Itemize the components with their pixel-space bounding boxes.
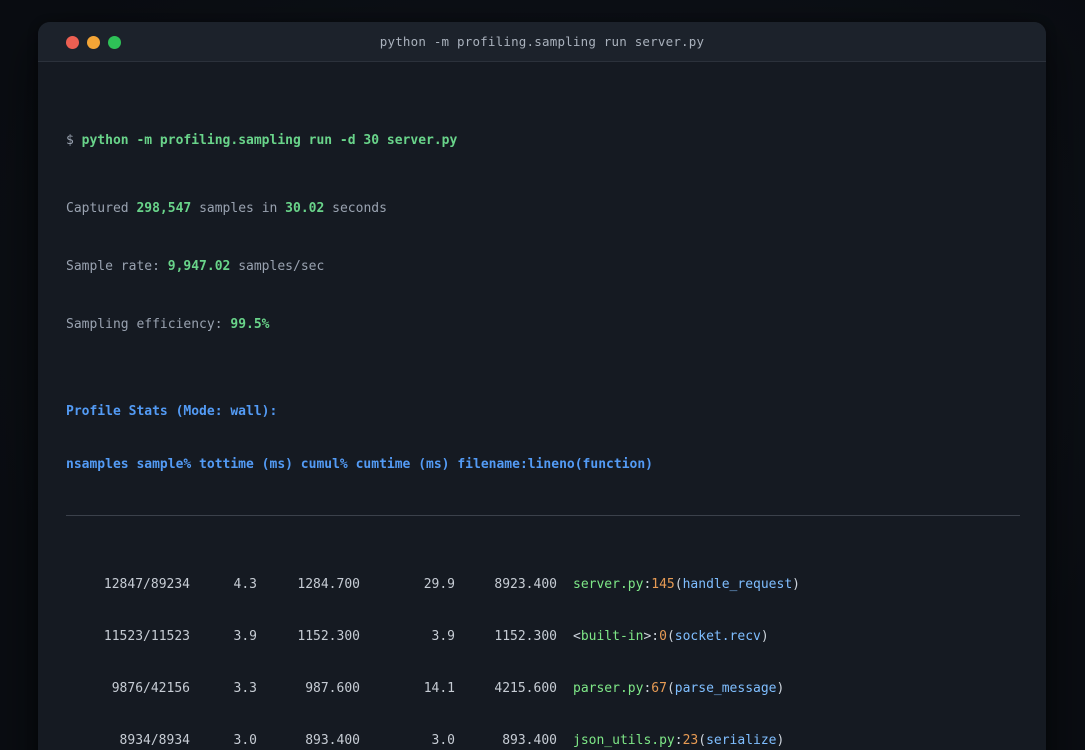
- window-title: python -m profiling.sampling run server.…: [379, 34, 705, 49]
- location-cell: <built-in>:0(socket.recv): [573, 629, 769, 644]
- cumul-pct-cell: 3.0: [431, 733, 455, 748]
- sample-pct-cell: 3.9: [233, 629, 257, 644]
- location-cell: parser.py:67(parse_message): [573, 681, 785, 696]
- cumul-pct-cell: 14.1: [423, 681, 455, 696]
- table-row: 12847/89234 4.3 1284.700 29.9 8923.400 s…: [66, 574, 1020, 596]
- sample-pct-cell: 4.3: [233, 577, 257, 592]
- tottime-cell: 1284.700: [297, 577, 360, 592]
- terminal-window: python -m profiling.sampling run server.…: [38, 22, 1046, 750]
- terminal-titlebar[interactable]: python -m profiling.sampling run server.…: [38, 22, 1046, 62]
- window-controls: [66, 22, 121, 62]
- location-cell: server.py:145(handle_request): [573, 577, 800, 592]
- close-window-button[interactable]: [66, 35, 79, 49]
- cumul-pct-cell: 3.9: [431, 629, 455, 644]
- shell-prompt-line: $ python -m profiling.sampling run -d 30…: [66, 133, 458, 148]
- cumtime-cell: 8923.400: [494, 577, 557, 592]
- tottime-cell: 987.600: [305, 681, 360, 696]
- sampling-efficiency-line: Sampling efficiency: 99.5%: [66, 317, 270, 332]
- location-cell: json_utils.py:23(serialize): [573, 733, 785, 748]
- table-divider: [66, 515, 1020, 516]
- nsamples-cell: 11523/11523: [103, 629, 190, 644]
- tottime-cell: 893.400: [305, 733, 360, 748]
- table-columns-header: nsamples sample% tottime (ms) cumul% cum…: [66, 457, 653, 472]
- maximize-window-button[interactable]: [108, 35, 121, 49]
- sample-pct-cell: 3.0: [233, 733, 257, 748]
- tottime-cell: 1152.300: [297, 629, 360, 644]
- cumtime-cell: 893.400: [502, 733, 557, 748]
- sample-rate-line: Sample rate: 9,947.02 samples/sec: [66, 259, 325, 274]
- minimize-window-button[interactable]: [87, 35, 100, 49]
- cumtime-cell: 4215.600: [494, 681, 557, 696]
- captured-samples-line: Captured 298,547 samples in 30.02 second…: [66, 201, 387, 216]
- desktop-background: python -m profiling.sampling run server.…: [0, 0, 1085, 750]
- sample-pct-cell: 3.3: [233, 681, 257, 696]
- nsamples-cell: 12847/89234: [103, 577, 190, 592]
- cumul-pct-cell: 29.9: [423, 577, 455, 592]
- terminal-output-area[interactable]: $ python -m profiling.sampling run -d 30…: [38, 62, 1046, 750]
- table-row: 9876/42156 3.3 987.600 14.1 4215.600 par…: [66, 678, 1020, 700]
- table-row: 11523/11523 3.9 1152.300 3.9 1152.300 <b…: [66, 626, 1020, 648]
- cumtime-cell: 1152.300: [494, 629, 557, 644]
- profile-stats-heading: Profile Stats (Mode: wall):: [66, 404, 278, 419]
- table-row: 8934/8934 3.0 893.400 3.0 893.400 json_u…: [66, 730, 1020, 750]
- nsamples-cell: 8934/8934: [119, 733, 190, 748]
- nsamples-cell: 9876/42156: [111, 681, 190, 696]
